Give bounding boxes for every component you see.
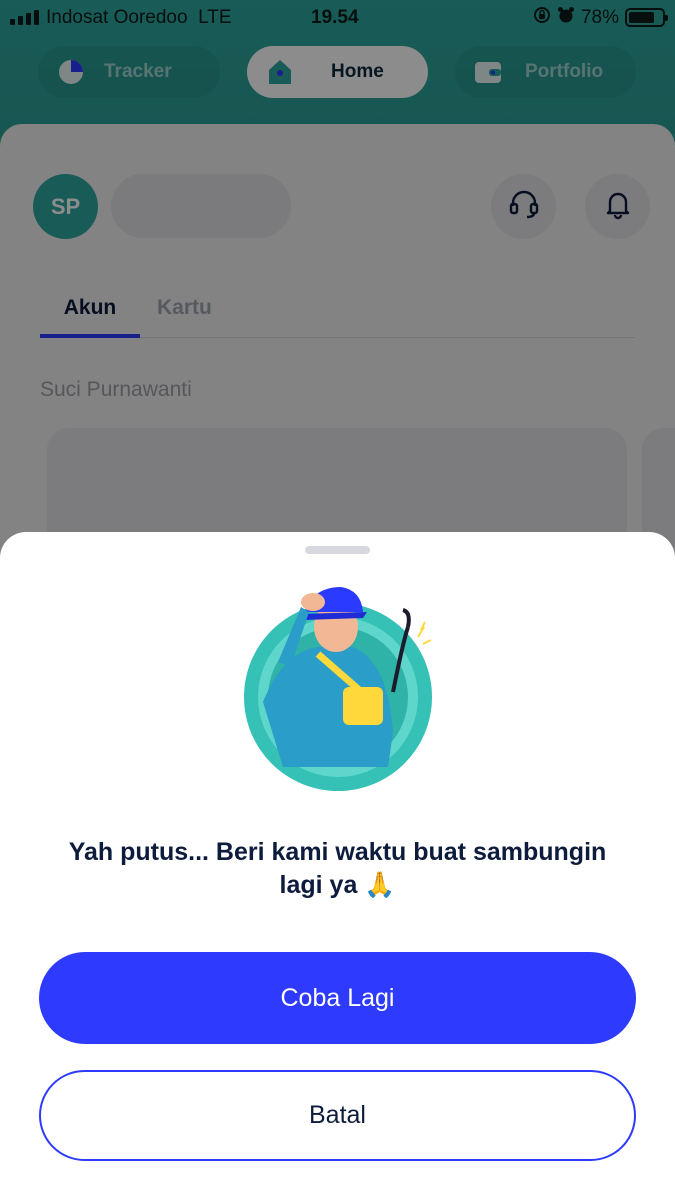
retry-button[interactable]: Coba Lagi bbox=[39, 952, 636, 1044]
error-message: Yah putus... Beri kami waktu buat sambun… bbox=[68, 838, 607, 899]
connection-error-sheet: Yah putus... Beri kami waktu buat sambun… bbox=[0, 532, 675, 1200]
cancel-button[interactable]: Batal bbox=[39, 1070, 636, 1161]
sheet-handle[interactable] bbox=[305, 546, 370, 554]
disconnected-illustration bbox=[243, 582, 433, 792]
